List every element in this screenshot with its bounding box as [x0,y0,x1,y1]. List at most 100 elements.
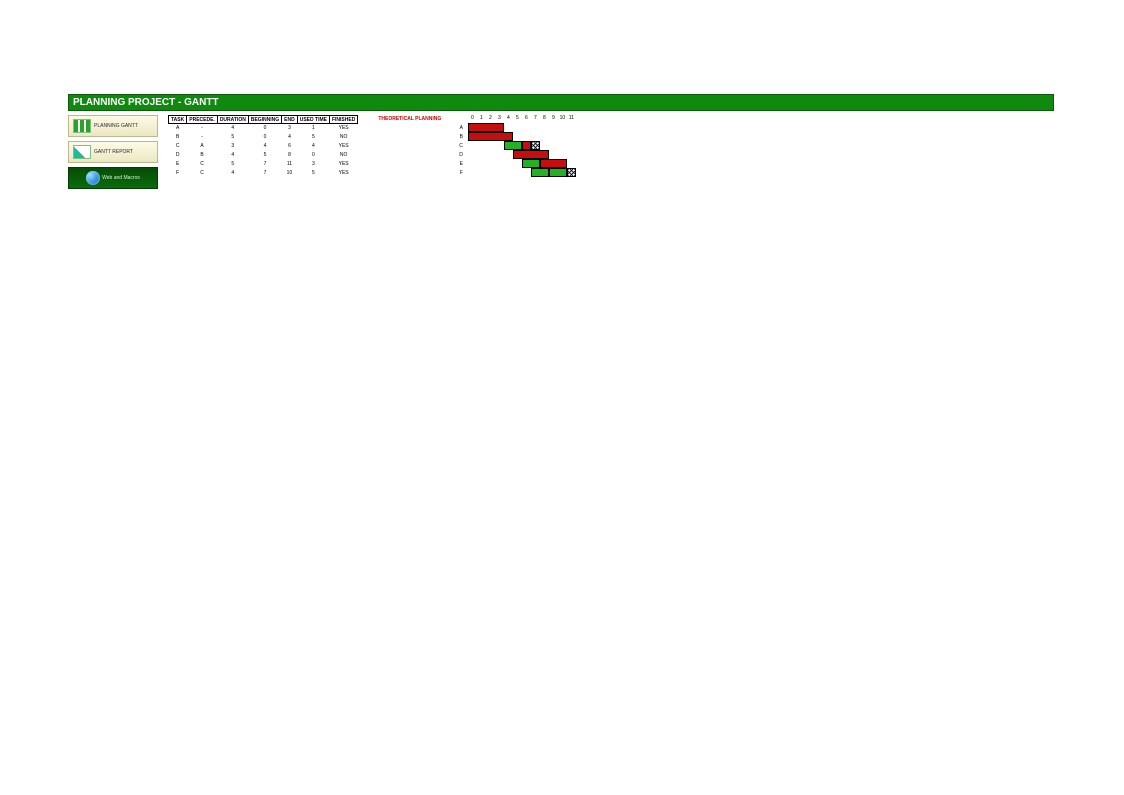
table-header-row: TASK PRECEDE. DURATION BEGINNING END USE… [169,116,358,124]
sidebar: PLANNING GANTT GANTT REPORT Web and Macr… [68,115,158,189]
cell: C [187,169,218,178]
cell: 4 [217,151,248,160]
gantt-bar [540,159,567,168]
cell: 3 [297,160,329,169]
cell: 4 [297,142,329,151]
gantt-row-label: D [459,150,465,159]
planning-gantt-icon [73,119,91,133]
globe-icon [86,171,100,185]
page-title: PLANNING PROJECT - GANTT [73,97,219,108]
cell: 10 [282,169,298,178]
cell: C [169,142,187,151]
gantt-bar [549,168,567,177]
gantt-bar [468,123,504,132]
cell: 11 [282,160,298,169]
cell: 5 [217,133,248,142]
cell: 7 [248,169,281,178]
gantt-bar [504,141,522,150]
cell: 4 [248,142,281,151]
gantt-row [468,141,576,150]
cell: B [187,151,218,160]
table-row: EC57113YES [169,160,358,169]
cell: A [169,124,187,133]
cell: 4 [217,124,248,133]
cell: 8 [282,151,298,160]
cell: 5 [248,151,281,160]
gantt-tick: 9 [549,115,558,123]
cell: 6 [282,142,298,151]
gantt-report-icon [73,145,91,159]
cell: - [187,124,218,133]
table-row: A-4031YES [169,124,358,133]
cell: NO [329,151,357,160]
gantt-tick: 10 [558,115,567,123]
gantt-row [468,123,576,132]
title-bar: PLANNING PROJECT - GANTT [68,94,1054,111]
cell: D [169,151,187,160]
planning-gantt-button[interactable]: PLANNING GANTT [68,115,158,137]
theoretical-planning-label: THEORETICAL PLANNING [378,115,441,122]
gantt-bar [531,168,549,177]
gantt-report-label: GANTT REPORT [94,149,133,155]
gantt-report-button[interactable]: GANTT REPORT [68,141,158,163]
cell: 4 [282,133,298,142]
logo-banner: Web and Macros [68,167,158,189]
cell: C [187,160,218,169]
th-end: END [282,116,298,124]
gantt-row-label: B [459,132,465,141]
cell: B [169,133,187,142]
gantt-row-label: F [459,168,465,177]
cell: - [187,133,218,142]
cell: YES [329,124,357,133]
gantt-bar [513,150,549,159]
cell: F [169,169,187,178]
cell: YES [329,169,357,178]
th-task: TASK [169,116,187,124]
gantt-tick: 2 [486,115,495,123]
cell: 5 [297,133,329,142]
gantt-chart: ABCDEF 01234567891011 [459,115,576,177]
cell: 3 [217,142,248,151]
gantt-tick: 11 [567,115,576,123]
gantt-tick: 6 [522,115,531,123]
gantt-bar [522,159,540,168]
th-beginning: BEGINNING [248,116,281,124]
table-row: DB4580NO [169,151,358,160]
cell: 0 [248,124,281,133]
gantt-tick: 3 [495,115,504,123]
gantt-row [468,168,576,177]
gantt-bar [468,132,513,141]
table-row: FC47105YES [169,169,358,178]
cell: 3 [282,124,298,133]
gantt-tick: 0 [468,115,477,123]
cell: 1 [297,124,329,133]
planning-gantt-label: PLANNING GANTT [94,123,138,129]
gantt-header: 01234567891011 [468,115,576,123]
gantt-bar [522,141,531,150]
th-finished: FINISHED [329,116,357,124]
th-precede: PRECEDE. [187,116,218,124]
table-row: CA3464YES [169,142,358,151]
cell: A [187,142,218,151]
cell: 0 [248,133,281,142]
th-duration: DURATION [217,116,248,124]
gantt-trailing-box [567,168,576,177]
gantt-tick: 7 [531,115,540,123]
cell: NO [329,133,357,142]
cell: YES [329,160,357,169]
cell: 5 [297,169,329,178]
th-used: USED TIME [297,116,329,124]
gantt-row-label: E [459,159,465,168]
gantt-row-label: C [459,141,465,150]
logo-text: Web and Macros [102,175,140,181]
table-row: B-5045NO [169,133,358,142]
gantt-trailing-box [531,141,540,150]
gantt-tick: 5 [513,115,522,123]
cell: 4 [217,169,248,178]
gantt-row [468,132,576,141]
cell: 5 [217,160,248,169]
cell: YES [329,142,357,151]
cell: E [169,160,187,169]
cell: 0 [297,151,329,160]
gantt-row [468,150,576,159]
